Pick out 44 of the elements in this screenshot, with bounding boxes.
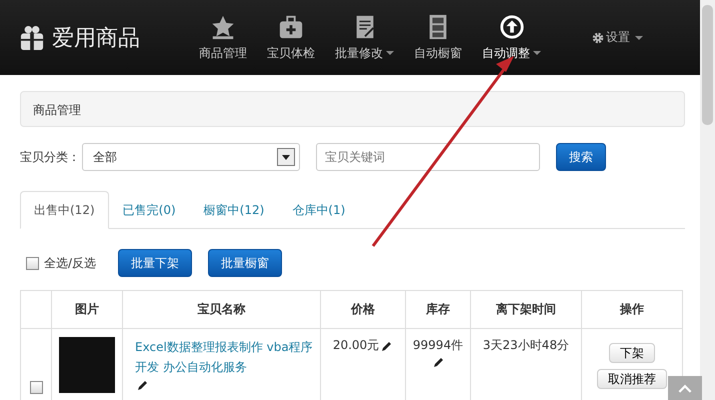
tab[interactable]: 已售完(0) — [108, 191, 190, 229]
select-all-checkbox[interactable] — [26, 256, 39, 270]
gift-icon — [20, 24, 44, 50]
column-header: 图片 — [75, 302, 99, 316]
app-logo-text: 爱用商品 — [52, 24, 140, 52]
pencil-icon[interactable] — [433, 356, 445, 368]
column-header: 价格 — [351, 302, 375, 316]
search-button[interactable]: 搜索 — [556, 143, 606, 171]
nav-item[interactable]: 批量修改 — [328, 14, 401, 62]
column-header: 离下架时间 — [496, 302, 556, 316]
bulk-action-button[interactable]: 批量橱窗 — [208, 249, 282, 277]
bulk-action-button[interactable]: 批量下架 — [118, 249, 192, 277]
pencil-icon[interactable] — [137, 378, 149, 391]
column-header: 操作 — [620, 302, 644, 316]
pencil-icon[interactable] — [381, 340, 394, 352]
column-header: 库存 — [426, 302, 450, 316]
nav-item[interactable]: 宝贝体检 — [260, 14, 322, 62]
time-left-text: 3天23小时48分 — [482, 338, 570, 352]
tab[interactable]: 橱窗中(12) — [190, 191, 278, 229]
medical-kit-icon — [278, 14, 304, 40]
keyword-input-field[interactable]: 宝贝关键词 — [316, 143, 540, 171]
price-text: 20.00元 — [332, 338, 380, 352]
nav-item[interactable]: 商品管理 — [192, 14, 254, 62]
nav-item[interactable]: 自动调整 — [475, 14, 548, 62]
stock-text: 99994件 — [412, 338, 464, 352]
breadcrumb-bar: 商品管理 — [20, 91, 685, 127]
select-all-label: 全选/反选 — [44, 254, 96, 272]
settings-menu[interactable]: 设置 — [592, 29, 643, 46]
category-label: 宝贝分类： — [20, 148, 80, 166]
back-to-top-button[interactable] — [668, 376, 702, 400]
chevron-up-icon — [678, 384, 692, 392]
nav-item[interactable]: 自动橱窗 — [407, 14, 469, 62]
row-action-button[interactable]: 取消推荐 — [597, 369, 667, 389]
up-arrow-circle-icon — [498, 14, 524, 40]
column-header: 宝贝名称 — [198, 302, 246, 316]
scrollbar[interactable] — [700, 0, 715, 400]
row-action-button[interactable]: 下架 — [609, 343, 655, 363]
tab[interactable]: 出售中(12) — [20, 191, 109, 229]
category-dropdown[interactable]: 全部 — [82, 143, 300, 171]
product-image-placeholder — [59, 337, 115, 393]
row-checkbox[interactable] — [30, 381, 42, 394]
star-icon — [210, 14, 236, 40]
gear-icon — [592, 32, 604, 44]
tab[interactable]: 仓库中(1) — [278, 191, 360, 229]
